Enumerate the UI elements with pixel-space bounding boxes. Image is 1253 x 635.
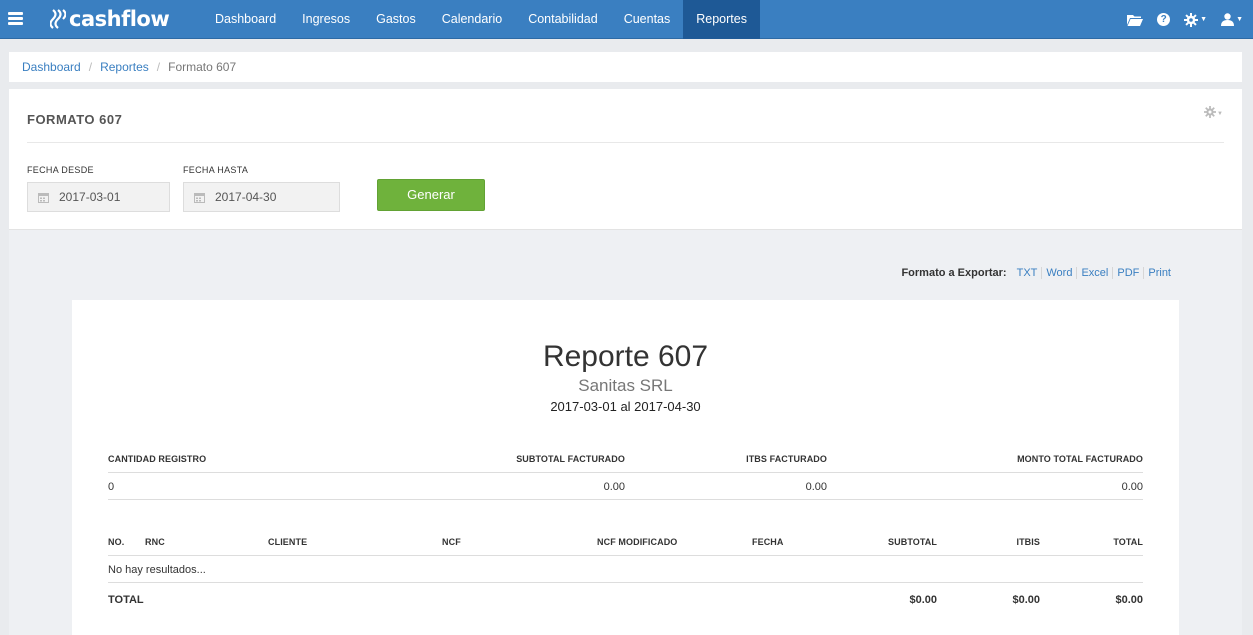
brand-name: cashflow — [69, 7, 170, 31]
fecha-desde-input[interactable]: 2017-03-01 — [27, 182, 170, 212]
menu-icon[interactable] — [8, 12, 23, 25]
fecha-hasta-input[interactable]: 2017-04-30 — [183, 182, 340, 212]
breadcrumb-dashboard[interactable]: Dashboard — [22, 60, 81, 74]
main-nav: Dashboard Ingresos Gastos Calendario Con… — [202, 0, 760, 39]
divider — [108, 582, 1143, 583]
nav-ingresos[interactable]: Ingresos — [289, 0, 363, 39]
breadcrumb-current: Formato 607 — [168, 60, 237, 74]
nav-right-icons: ? ▼ ▼ — [1113, 0, 1253, 39]
divider — [108, 499, 1143, 500]
detail-header-ncf-modificado: NCF MODIFICADO — [597, 537, 678, 547]
breadcrumb-separator: / — [156, 60, 161, 74]
detail-header-fecha: FECHA — [752, 537, 784, 547]
export-bar: Formato a Exportar: TXT Word Excel PDF P… — [901, 267, 1175, 279]
empty-results-message: No hay resultados... — [108, 564, 206, 576]
chevron-down-icon: ▼ — [1200, 16, 1208, 23]
report-title: Reporte 607 — [542, 340, 709, 373]
breadcrumb: Dashboard / Reportes / Formato 607 — [9, 52, 1242, 82]
page-title: FORMATO 607 — [27, 112, 123, 127]
detail-header-cliente: CLIENTE — [268, 537, 308, 547]
calendar-icon — [38, 192, 49, 203]
card-settings-button[interactable]: ▼ — [1204, 106, 1223, 118]
fecha-hasta-label: FECHA HASTA — [183, 165, 249, 175]
nav-dashboard[interactable]: Dashboard — [202, 0, 289, 39]
chevron-down-icon: ▼ — [1217, 111, 1223, 117]
fecha-desde-value: 2017-03-01 — [59, 190, 121, 204]
nav-calendario[interactable]: Calendario — [429, 0, 515, 39]
settings-menu[interactable]: ▼ — [1184, 12, 1208, 27]
total-subtotal: $0.00 — [909, 594, 937, 606]
nav-cuentas[interactable]: Cuentas — [611, 0, 684, 39]
export-word-link[interactable]: Word — [1041, 267, 1076, 279]
user-menu[interactable]: ▼ — [1221, 13, 1243, 26]
total-label: TOTAL — [108, 594, 144, 606]
logo-mark-icon — [50, 9, 66, 29]
folder-icon[interactable] — [1127, 14, 1144, 26]
detail-header-subtotal: SUBTOTAL — [888, 537, 937, 547]
report-paper: Reporte 607 Sanitas SRL 2017-03-01 al 20… — [72, 300, 1179, 635]
summary-value-monto: 0.00 — [1121, 481, 1143, 493]
export-pdf-link[interactable]: PDF — [1112, 267, 1143, 279]
export-txt-link[interactable]: TXT — [1013, 267, 1042, 279]
detail-header-no: NO. — [108, 537, 125, 547]
total-itbis: $0.00 — [1012, 594, 1040, 606]
nav-gastos[interactable]: Gastos — [363, 0, 429, 39]
fecha-hasta-value: 2017-04-30 — [215, 190, 277, 204]
detail-header-total: TOTAL — [1113, 537, 1143, 547]
report-card: FORMATO 607 ▼ FECHA DESDE 2017-03-01 FEC… — [9, 89, 1242, 635]
export-label: Formato a Exportar: — [901, 267, 1007, 279]
report-company: Sanitas SRL — [578, 376, 673, 395]
breadcrumb-reportes[interactable]: Reportes — [100, 60, 149, 74]
gear-icon — [1204, 106, 1217, 118]
detail-header-ncf: NCF — [442, 537, 461, 547]
summary-value-subtotal: 0.00 — [603, 481, 625, 493]
divider — [108, 555, 1143, 556]
detail-header-rnc: RNC — [145, 537, 165, 547]
summary-value-itbs: 0.00 — [805, 481, 827, 493]
top-navbar: cashflow Dashboard Ingresos Gastos Calen… — [0, 0, 1253, 39]
breadcrumb-separator: / — [88, 60, 93, 74]
summary-header-subtotal: SUBTOTAL FACTURADO — [516, 454, 625, 464]
nav-contabilidad[interactable]: Contabilidad — [515, 0, 611, 39]
report-date-range: 2017-03-01 al 2017-04-30 — [550, 399, 701, 414]
user-icon — [1221, 13, 1235, 26]
detail-header-itbis: ITBIS — [1016, 537, 1040, 547]
help-icon[interactable]: ? — [1157, 13, 1171, 26]
export-excel-link[interactable]: Excel — [1076, 267, 1112, 279]
export-print-link[interactable]: Print — [1143, 267, 1175, 279]
brand-logo[interactable]: cashflow — [50, 6, 170, 32]
summary-header-itbs: ITBS FACTURADO — [746, 454, 827, 464]
chevron-down-icon: ▼ — [1236, 16, 1243, 23]
report-preview-area: Formato a Exportar: TXT Word Excel PDF P… — [9, 229, 1242, 635]
nav-reportes[interactable]: Reportes — [683, 0, 760, 39]
divider — [27, 142, 1224, 143]
summary-header-monto: MONTO TOTAL FACTURADO — [1017, 454, 1143, 464]
calendar-icon — [194, 192, 205, 203]
summary-header-cantidad: CANTIDAD REGISTRO — [108, 454, 207, 464]
gear-icon — [1184, 12, 1199, 27]
total-total: $0.00 — [1115, 594, 1143, 606]
divider — [108, 472, 1143, 473]
summary-value-cantidad: 0 — [108, 481, 115, 493]
fecha-desde-label: FECHA DESDE — [27, 165, 94, 175]
generar-button[interactable]: Generar — [377, 179, 485, 211]
